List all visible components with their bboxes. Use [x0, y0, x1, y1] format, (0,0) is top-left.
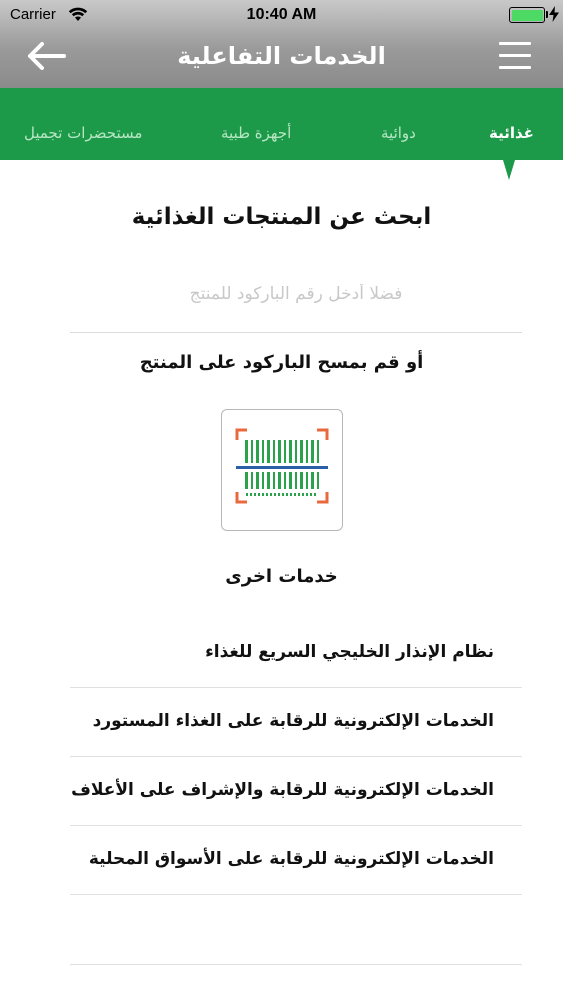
charging-bolt-icon	[549, 6, 559, 22]
battery-tip	[546, 11, 548, 18]
menu-line	[499, 66, 531, 69]
menu-line	[499, 42, 531, 45]
scan-line	[236, 466, 328, 469]
tab-cosmetics[interactable]: مستحضرات تجميل	[24, 124, 142, 142]
tab-food[interactable]: غذائية	[489, 124, 534, 142]
status-time: 10:40 AM	[246, 6, 317, 23]
hamburger-menu-icon[interactable]	[497, 42, 533, 72]
other-services-list: نظام الإنذار الخليجي السريع للغذاء الخدم…	[70, 619, 522, 895]
category-tabs: غذائية دوائية أجهزة طبية مستحضرات تجميل	[0, 88, 563, 160]
barcode-digits	[246, 493, 316, 496]
list-divider	[70, 964, 522, 965]
tab-medicines[interactable]: دوائية	[381, 124, 416, 142]
service-feed-control[interactable]: الخدمات الإلكترونية للرقابة والإشراف على…	[70, 757, 522, 826]
navigation-header: Carrier 10:40 AM الخدمات التفاعلية	[0, 0, 563, 88]
menu-line	[499, 54, 531, 57]
scan-instruction: أو قم بمسح الباركود على المنتج	[139, 352, 424, 373]
active-tab-indicator	[503, 160, 515, 180]
other-services-heading: خدمات اخرى	[225, 566, 338, 587]
page-title: الخدمات التفاعلية	[177, 42, 386, 70]
scan-barcode-button[interactable]	[221, 409, 343, 531]
battery-fill	[511, 9, 543, 21]
tab-medical-devices[interactable]: أجهزة طبية	[221, 124, 291, 142]
service-imported-food-control[interactable]: الخدمات الإلكترونية للرقابة على الغذاء ا…	[70, 688, 522, 757]
service-local-markets-control[interactable]: الخدمات الإلكترونية للرقابة على الأسواق …	[70, 826, 522, 895]
barcode-bars-bottom	[245, 472, 319, 489]
status-bar: Carrier 10:40 AM	[0, 0, 563, 32]
input-underline	[70, 332, 522, 333]
barcode-bars-top	[245, 440, 319, 463]
barcode-input[interactable]	[70, 274, 522, 314]
barcode-scanner-icon	[235, 428, 329, 504]
service-gulf-rapid-alert[interactable]: نظام الإنذار الخليجي السريع للغذاء	[70, 619, 522, 688]
search-heading: ابحث عن المنتجات الغذائية	[131, 204, 432, 230]
battery-icon	[509, 7, 545, 23]
